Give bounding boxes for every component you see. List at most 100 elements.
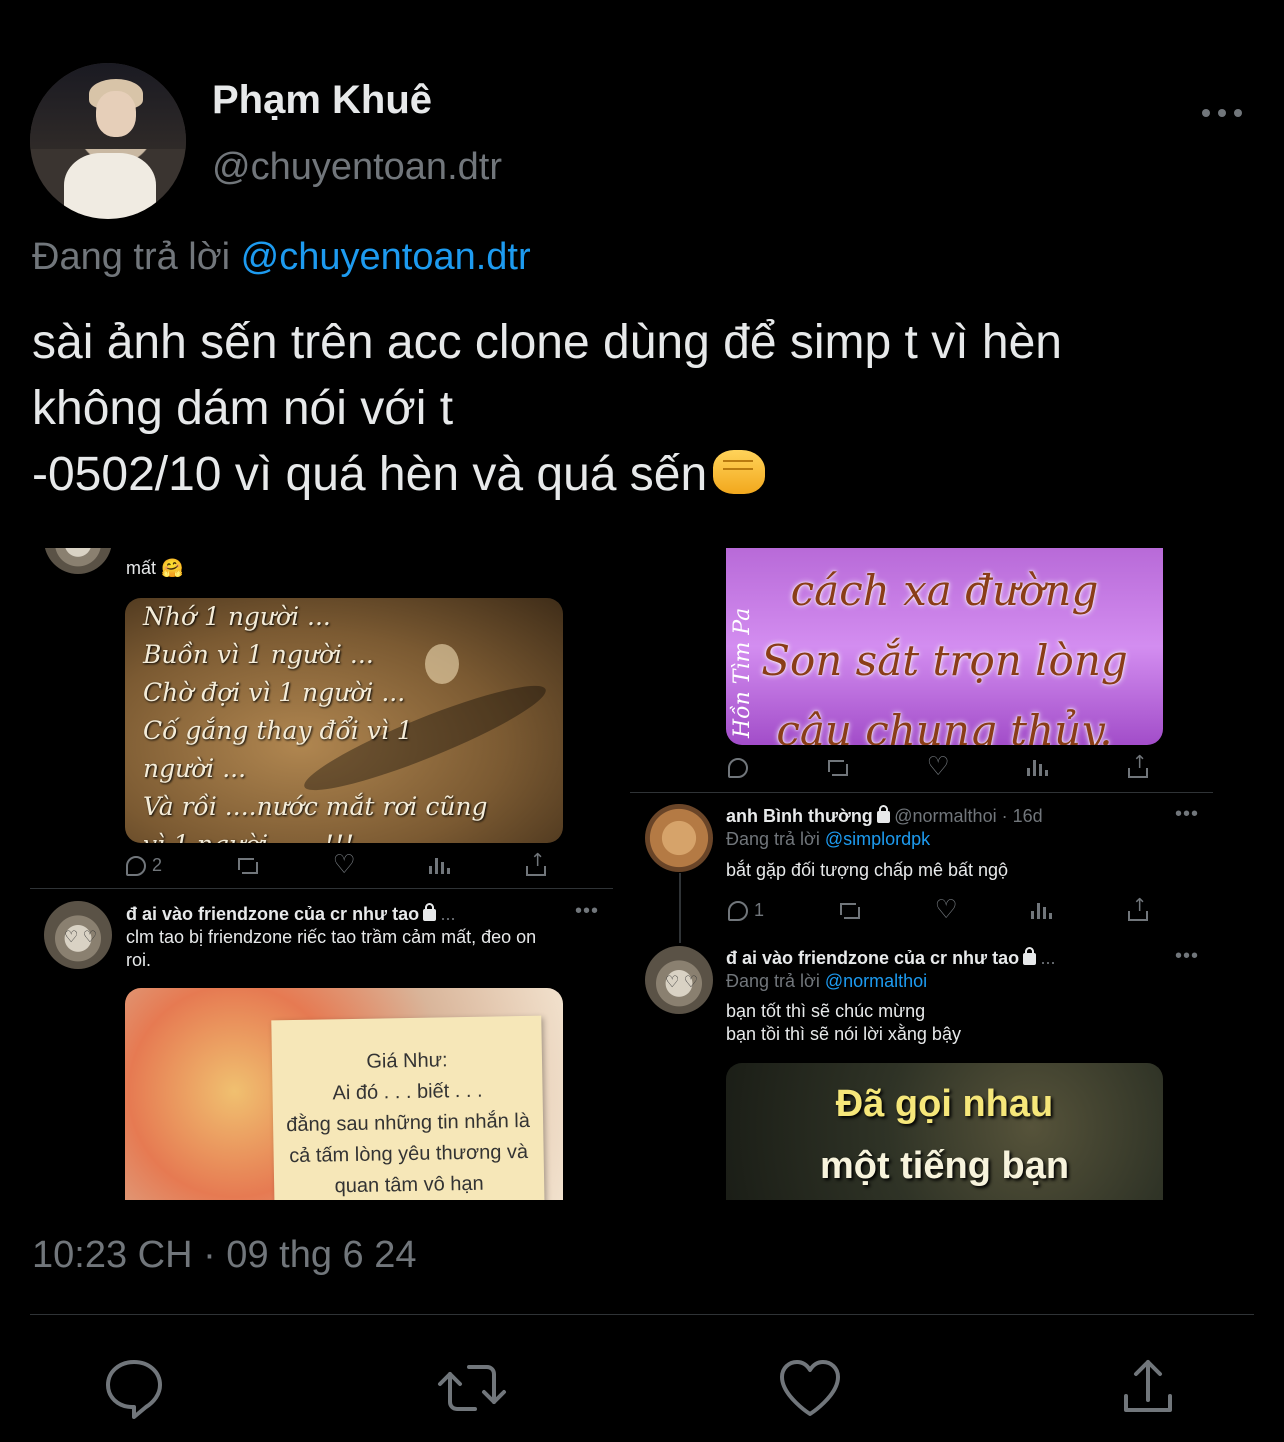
author-display-name[interactable]: Phạm Khuê [212, 78, 432, 123]
share-icon [1127, 895, 1148, 921]
card-line: người ... [143, 754, 247, 783]
avatar: ♡ ♡ [645, 946, 713, 1014]
divider [30, 1314, 1254, 1315]
tweet-line-1: sài ảnh sến trên acc clone dùng để simp … [32, 316, 1062, 369]
tweet-text: sài ảnh sến trên acc clone dùng để simp … [32, 310, 1272, 508]
fist-emoji-icon [713, 450, 766, 494]
image-card-goi-nhau: Đã gọi nhau một tiếng bạn [726, 1063, 1163, 1200]
share-icon [525, 850, 546, 876]
reply-mention: @simplordpk [824, 829, 931, 849]
like-action [927, 752, 950, 782]
post-handle-time: @normalthoi · 16d [894, 806, 1043, 826]
post-reply-context: Đang trả lời @normalthoi [726, 971, 927, 992]
lock-icon [423, 903, 437, 921]
like-icon [332, 850, 355, 880]
card-line: vì 1 người ......!!! [143, 826, 545, 843]
post-body: bắt gặp đối tượng chấp mê bất ngộ [726, 860, 1009, 880]
card-line: Và rồi ....nước mắt rơi cũng [143, 792, 488, 821]
reply-prefix: Đang trả lời [726, 829, 820, 849]
reply-action: 2 [126, 855, 162, 876]
post-text-line: roi. [126, 950, 152, 970]
avatar: ♡ ♡ [44, 901, 112, 969]
tweet-action-bar [0, 1350, 1284, 1426]
post-author-name: anh Bình thường [726, 806, 873, 826]
post-body: bạn tốt thì sẽ chúc mừng bạn tồi thì sẽ … [726, 1000, 1186, 1046]
like-icon[interactable] [772, 1350, 848, 1426]
post-header: đ ai vào friendzone của cr như tao ... [126, 903, 606, 925]
note-line: quan tâm vô hạn [334, 1172, 484, 1198]
tweet-line-3-wrap: -0502/10 vì quá hèn và quá sến [32, 442, 1272, 508]
post-header: anh Bình thường @normalthoi · 16d [726, 805, 1186, 827]
attached-image[interactable]: mất 🤗 Nhớ 1 người ... Buồn vì 1 người ..… [30, 548, 1230, 1200]
divider [630, 792, 1213, 793]
reply-action [728, 758, 748, 778]
reply-action: 1 [728, 900, 764, 921]
like-action [332, 850, 355, 880]
retweet-icon[interactable] [434, 1350, 510, 1426]
post-text-line: clm tao bị friendzone riếc tao trầm cảm … [126, 927, 537, 947]
card-line: Đã gọi nhau [835, 1083, 1054, 1125]
author-avatar[interactable] [30, 63, 186, 219]
reply-mention-link[interactable]: @chuyentoan.dtr [241, 236, 531, 278]
tweet-line-3: -0502/10 vì quá hèn và quá sến [32, 448, 708, 501]
retweet-action [827, 758, 848, 778]
post-author-name: đ ai vào friendzone của cr như tao [726, 948, 1020, 968]
post-text-fragment: mất 🤗 [126, 558, 184, 578]
tweet-line-2: không dám nói với t [32, 382, 454, 435]
reply-mention: @normalthoi [824, 971, 928, 991]
post-ellipsis: ... [1040, 948, 1056, 968]
note-line: đằng sau những tin nhắn là [286, 1109, 531, 1137]
retweet-icon [237, 856, 258, 876]
post-author-name: đ ai vào friendzone của cr như tao [126, 904, 420, 924]
action-row: 2 [126, 850, 546, 880]
card-line: Nhớ 1 người ... [143, 602, 331, 631]
like-action [934, 895, 957, 925]
avatar [645, 804, 713, 872]
note-line: Giá Như: [366, 1049, 448, 1073]
card-line: Buồn vì 1 người ... [143, 640, 374, 669]
card-line: Son sắt trọn lòng [761, 636, 1128, 685]
reply-count: 1 [754, 900, 765, 920]
stats-action [429, 855, 451, 876]
image-card-gia-nhu: Giá Như: Ai đó . . . biết . . . đằng sau… [125, 988, 563, 1200]
tweet-timestamp[interactable]: 10:23 CH · 09 thg 6 24 [32, 1234, 416, 1277]
like-icon [927, 752, 950, 782]
post-body: clm tao bị friendzone riếc tao trầm cảm … [126, 926, 606, 972]
post-text-line: bạn tồi thì sẽ nói lời xằng bậy [726, 1024, 961, 1044]
like-icon [934, 895, 957, 925]
more-icon: ••• [1175, 803, 1200, 825]
image-card-chung-thuy: Hồn Tìm Pa cách xa đường Son sắt trọn lò… [726, 548, 1163, 745]
stats-action [1031, 900, 1053, 921]
card-line: câu chung thủy. [776, 706, 1113, 745]
reply-context: Đang trả lời @chuyentoan.dtr [32, 236, 531, 279]
avatar [44, 548, 112, 574]
reply-prefix: Đang trả lời [32, 236, 231, 278]
share-icon[interactable] [1110, 1350, 1186, 1426]
thread-line [679, 873, 681, 943]
note-line: cả tấm lòng yêu thương và [289, 1140, 529, 1168]
reply-icon [126, 855, 146, 876]
action-row: 1 [728, 895, 1148, 925]
post-text-line: bạn tốt thì sẽ chúc mừng [726, 1001, 926, 1021]
card-line: một tiếng bạn [819, 1145, 1070, 1187]
post-header: đ ai vào friendzone của cr như tao ... [726, 947, 1186, 969]
reply-icon[interactable] [96, 1350, 172, 1426]
card-line: Chờ đợi vì 1 người ... [143, 678, 406, 707]
image-card-nho-1-nguoi: Nhớ 1 người ... Buồn vì 1 người ... Chờ … [125, 598, 563, 843]
post-ellipsis: ... [440, 904, 456, 924]
more-icon[interactable] [1198, 96, 1246, 130]
more-icon: ••• [575, 900, 600, 922]
share-action [525, 850, 546, 876]
lock-icon [1023, 947, 1037, 965]
reply-count: 2 [152, 855, 163, 875]
stats-icon [1027, 760, 1049, 776]
reply-icon [728, 758, 748, 778]
reply-icon [728, 900, 748, 921]
share-icon [1128, 752, 1148, 778]
divider [30, 888, 613, 889]
stats-icon [429, 857, 451, 874]
action-row [728, 752, 1148, 782]
note-paper: Giá Như: Ai đó . . . biết . . . đằng sau… [271, 1015, 545, 1200]
reply-prefix: Đang trả lời [726, 971, 820, 991]
author-handle[interactable]: @chuyentoan.dtr [212, 146, 502, 189]
